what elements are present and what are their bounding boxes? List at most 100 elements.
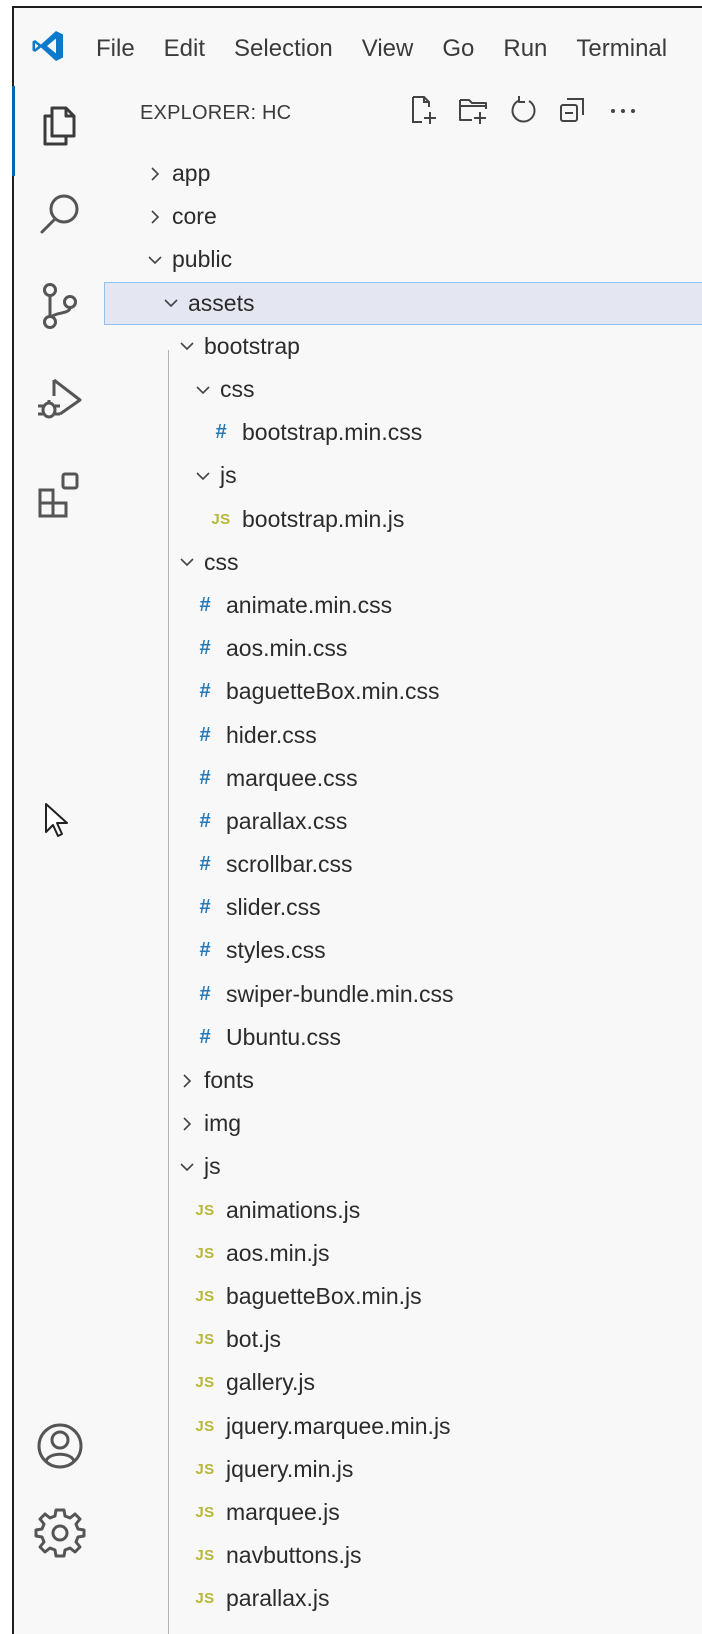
tree-item-label: parallax.css [226, 807, 348, 834]
settings-gear-icon[interactable] [34, 1506, 86, 1558]
refresh-icon[interactable] [506, 92, 540, 128]
css-file-icon: # [199, 637, 211, 660]
explorer-icon[interactable] [34, 100, 86, 152]
css-file-icon: # [199, 853, 211, 876]
tree-folder-css[interactable]: css [104, 368, 702, 411]
tree-file-jquery-min-js[interactable]: JS jquery.min.js [104, 1448, 702, 1491]
chevron-right-icon[interactable] [146, 208, 164, 226]
chevron-down-icon[interactable] [162, 294, 180, 312]
tree-file-hider-css[interactable]: # hider.css [104, 713, 702, 756]
menu-edit[interactable]: Edit [164, 34, 205, 64]
chevron-down-icon[interactable] [178, 1158, 196, 1176]
account-icon[interactable] [34, 1420, 86, 1472]
tree-item-label: slider.css [226, 894, 321, 921]
tree-item-label: core [172, 203, 217, 230]
file-tree: app core public assets bootstrap css # bootstra… [104, 152, 702, 1620]
chevron-down-icon[interactable] [178, 337, 196, 355]
chevron-right-icon[interactable] [178, 1072, 196, 1090]
search-icon[interactable] [34, 188, 86, 240]
tree-file-jquery-marquee-min-js[interactable]: JS jquery.marquee.min.js [104, 1404, 702, 1447]
tree-item-label: baguetteBox.min.js [226, 1282, 422, 1309]
menu-terminal[interactable]: Terminal [576, 34, 667, 64]
more-actions-icon[interactable] [606, 92, 640, 128]
tree-file-baguettebox-min-js[interactable]: JS baguetteBox.min.js [104, 1275, 702, 1318]
tree-file-animate-min-css[interactable]: # animate.min.css [104, 584, 702, 627]
tree-folder-css[interactable]: css [104, 541, 702, 584]
explorer-title: EXPLORER: HC [140, 102, 292, 124]
tree-file-aos-min-css[interactable]: # aos.min.css [104, 627, 702, 670]
css-file-icon: # [199, 809, 211, 832]
tree-item-label: marquee.css [226, 764, 358, 791]
tree-file-parallax-js[interactable]: JS parallax.js [104, 1577, 702, 1620]
js-file-icon: JS [195, 1201, 215, 1219]
chevron-down-icon[interactable] [178, 553, 196, 571]
menu-go[interactable]: Go [442, 34, 474, 64]
tree-file-scrollbar-css[interactable]: # scrollbar.css [104, 843, 702, 886]
tree-file-slider-css[interactable]: # slider.css [104, 886, 702, 929]
tree-item-label: styles.css [226, 937, 326, 964]
menu-run[interactable]: Run [503, 34, 547, 64]
tree-item-label: public [172, 246, 233, 273]
tree-file-gallery-js[interactable]: JS gallery.js [104, 1361, 702, 1404]
tree-item-label: css [204, 548, 239, 575]
chevron-right-icon[interactable] [146, 165, 164, 183]
tree-file-bootstrap-min-js[interactable]: JS bootstrap.min.js [104, 498, 702, 541]
tree-folder-fonts[interactable]: fonts [104, 1059, 702, 1102]
chevron-down-icon[interactable] [146, 251, 164, 269]
chevron-right-icon[interactable] [178, 1115, 196, 1133]
js-file-icon: JS [195, 1287, 215, 1305]
css-file-icon: # [199, 1025, 211, 1048]
css-file-icon: # [199, 766, 211, 789]
tree-item-label: navbuttons.js [226, 1542, 362, 1569]
tree-folder-assets[interactable]: assets [104, 281, 702, 325]
tree-folder-public[interactable]: public [104, 238, 702, 281]
tree-file-marquee-js[interactable]: JS marquee.js [104, 1491, 702, 1534]
tree-file-navbuttons-js[interactable]: JS navbuttons.js [104, 1534, 702, 1577]
js-file-icon: JS [195, 1547, 215, 1565]
vscode-logo-icon[interactable] [30, 28, 66, 64]
explorer-sidebar: EXPLORER: HC app core public assets boot… [104, 72, 702, 1634]
menu-file[interactable]: File [96, 34, 135, 64]
css-file-icon: # [199, 680, 211, 703]
chevron-down-icon[interactable] [194, 381, 212, 399]
js-file-icon: JS [195, 1460, 215, 1478]
tree-file-animations-js[interactable]: JS animations.js [104, 1189, 702, 1232]
js-file-icon: JS [195, 1331, 215, 1349]
tree-folder-bootstrap[interactable]: bootstrap [104, 325, 702, 368]
js-file-icon: JS [195, 1417, 215, 1435]
chevron-down-icon[interactable] [194, 467, 212, 485]
tree-folder-core[interactable]: core [104, 195, 702, 238]
tree-item-label: js [220, 462, 237, 489]
extensions-icon[interactable] [34, 468, 86, 520]
tree-file-styles-css[interactable]: # styles.css [104, 929, 702, 972]
tree-item-label: Ubuntu.css [226, 1023, 342, 1050]
css-file-icon: # [199, 939, 211, 962]
menu-bar: File Edit Selection View Go Run Terminal [96, 34, 696, 64]
tree-folder-app[interactable]: app [104, 152, 702, 195]
css-file-icon: # [215, 421, 227, 444]
menu-selection[interactable]: Selection [234, 34, 333, 64]
tree-folder-js[interactable]: js [104, 454, 702, 497]
tree-folder-js[interactable]: js [104, 1145, 702, 1188]
tree-file-bot-js[interactable]: JS bot.js [104, 1318, 702, 1361]
new-file-icon[interactable] [406, 92, 440, 128]
tree-file-baguettebox-min-css[interactable]: # baguetteBox.min.css [104, 670, 702, 713]
tree-file-ubuntu-css[interactable]: # Ubuntu.css [104, 1016, 702, 1059]
menu-view[interactable]: View [362, 34, 414, 64]
tree-file-swiper-bundle-min-css[interactable]: # swiper-bundle.min.css [104, 973, 702, 1016]
tree-file-marquee-css[interactable]: # marquee.css [104, 757, 702, 800]
tree-file-bootstrap-min-css[interactable]: # bootstrap.min.css [104, 411, 702, 454]
css-file-icon: # [199, 982, 211, 1005]
tree-item-label: jquery.min.js [226, 1455, 354, 1482]
tree-file-parallax-css[interactable]: # parallax.css [104, 800, 702, 843]
new-folder-icon[interactable] [456, 92, 490, 128]
tree-folder-img[interactable]: img [104, 1102, 702, 1145]
run-debug-icon[interactable] [34, 374, 86, 426]
mouse-cursor-icon [45, 803, 68, 837]
js-file-icon: JS [195, 1503, 215, 1521]
tree-item-label: bootstrap.min.js [242, 505, 405, 532]
source-control-icon[interactable] [34, 280, 86, 332]
tree-item-label: bot.js [226, 1326, 281, 1353]
tree-file-aos-min-js[interactable]: JS aos.min.js [104, 1232, 702, 1275]
collapse-all-icon[interactable] [556, 92, 590, 128]
